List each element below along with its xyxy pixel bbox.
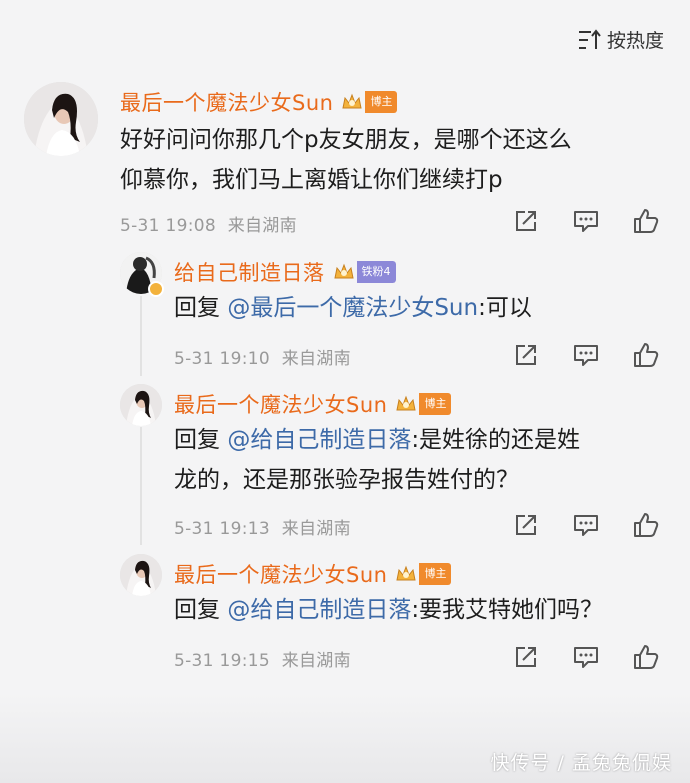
share-button[interactable] [496, 206, 556, 236]
reply-button[interactable] [556, 340, 616, 370]
timestamp: 5-31 19:08 [120, 216, 216, 236]
reply-text: 回复 @给自己制造日落:是姓徐的还是姓 龙的，还是那张验孕报告姓付的？ [174, 420, 674, 500]
badge-label: 博主 [419, 393, 452, 415]
timestamp: 5-31 19:15 [174, 651, 270, 671]
watermark: 快传号 / 孟兔兔侃娱 [490, 752, 672, 774]
thumbs-up-icon [634, 513, 659, 537]
thumbs-up-icon [634, 343, 659, 367]
username[interactable]: 最后一个魔法少女Sun [174, 559, 387, 589]
sort-icon [577, 28, 601, 51]
badge-label: 博主 [365, 91, 398, 113]
reply-actions [496, 642, 676, 672]
thumbs-up-icon [634, 209, 659, 233]
reply-button[interactable] [556, 206, 616, 236]
share-icon [516, 515, 536, 535]
like-button[interactable] [616, 642, 676, 672]
share-button[interactable] [496, 510, 556, 540]
avatar[interactable] [120, 554, 162, 596]
crown-icon [331, 261, 357, 283]
reply-body: :是姓徐的还是姓 [411, 427, 581, 453]
timestamp: 5-31 19:10 [174, 349, 270, 369]
reply-text: 回复 @最后一个魔法少女Sun:可以 [174, 288, 674, 328]
location: 来自湖南 [227, 216, 297, 236]
username[interactable]: 最后一个魔法少女Sun [174, 389, 387, 419]
like-button[interactable] [616, 510, 676, 540]
comment-text-line: 仰慕你，我们马上离婚让你们继续打p [120, 167, 503, 193]
crown-icon [339, 91, 365, 113]
blogger-badge: 博主 [393, 563, 452, 585]
share-icon [516, 345, 536, 365]
location: 来自湖南 [281, 651, 351, 671]
reply-header: 给自己制造日落 铁粉4 [174, 257, 396, 287]
reply-button[interactable] [556, 642, 616, 672]
mention-link[interactable]: @最后一个魔法少女Sun [227, 295, 478, 321]
reply-meta: 5-31 19:13 来自湖南 [174, 514, 351, 539]
verified-icon [148, 281, 164, 297]
location: 来自湖南 [281, 519, 351, 539]
mention-link[interactable]: @给自己制造日落 [227, 597, 411, 623]
crown-icon [393, 393, 419, 415]
comment-text-line: 好好问问你那几个p友女朋友，是哪个还这么 [120, 127, 572, 153]
reply-body-line2: 龙的，还是那张验孕报告姓付的？ [174, 467, 519, 493]
reply-meta: 5-31 19:15 来自湖南 [174, 646, 351, 671]
avatar[interactable] [120, 384, 162, 426]
comment-header: 最后一个魔法少女Sun 博主 [120, 87, 398, 117]
blogger-badge: 博主 [339, 91, 398, 113]
reply-header: 最后一个魔法少女Sun 博主 [174, 559, 452, 589]
username[interactable]: 最后一个魔法少女Sun [120, 87, 333, 117]
reply-text: 回复 @给自己制造日落:要我艾特她们吗？ [174, 590, 674, 630]
comment-text: 好好问问你那几个p友女朋友，是哪个还这么 仰慕你，我们马上离婚让你们继续打p [120, 120, 680, 200]
badge-label: 铁粉4 [356, 261, 396, 283]
location: 来自湖南 [281, 349, 351, 369]
reply-body: :要我艾特她们吗？ [411, 597, 604, 623]
timestamp: 5-31 19:13 [174, 519, 270, 539]
thumbs-up-icon [634, 645, 659, 669]
comment-icon [574, 345, 598, 366]
comment-actions [496, 206, 676, 236]
sort-label: 按热度 [606, 30, 664, 52]
like-button[interactable] [616, 206, 676, 236]
comment-icon [574, 211, 598, 232]
mention-link[interactable]: @给自己制造日落 [227, 427, 411, 453]
reply-prefix: 回复 [174, 597, 228, 623]
thread-line [140, 296, 142, 376]
reply-prefix: 回复 [174, 427, 228, 453]
share-button[interactable] [496, 340, 556, 370]
sort-by-hot-button[interactable]: 按热度 [577, 26, 664, 53]
comment-icon [574, 515, 598, 536]
like-button[interactable] [616, 340, 676, 370]
reply-button[interactable] [556, 510, 616, 540]
share-icon [516, 647, 536, 667]
reply-meta: 5-31 19:10 来自湖南 [174, 344, 351, 369]
share-icon [516, 211, 536, 231]
crown-icon [393, 563, 419, 585]
avatar[interactable] [24, 82, 98, 156]
reply-actions [496, 340, 676, 370]
fan-badge: 铁粉4 [331, 261, 396, 283]
reply-prefix: 回复 [174, 295, 228, 321]
reply-actions [496, 510, 676, 540]
thread-line [140, 427, 142, 545]
comment-icon [574, 647, 598, 668]
reply-body: :可以 [478, 295, 532, 321]
username[interactable]: 给自己制造日落 [174, 257, 325, 287]
share-button[interactable] [496, 642, 556, 672]
comment-meta: 5-31 19:08 来自湖南 [120, 211, 297, 236]
blogger-badge: 博主 [393, 393, 452, 415]
reply-header: 最后一个魔法少女Sun 博主 [174, 389, 452, 419]
badge-label: 博主 [419, 563, 452, 585]
